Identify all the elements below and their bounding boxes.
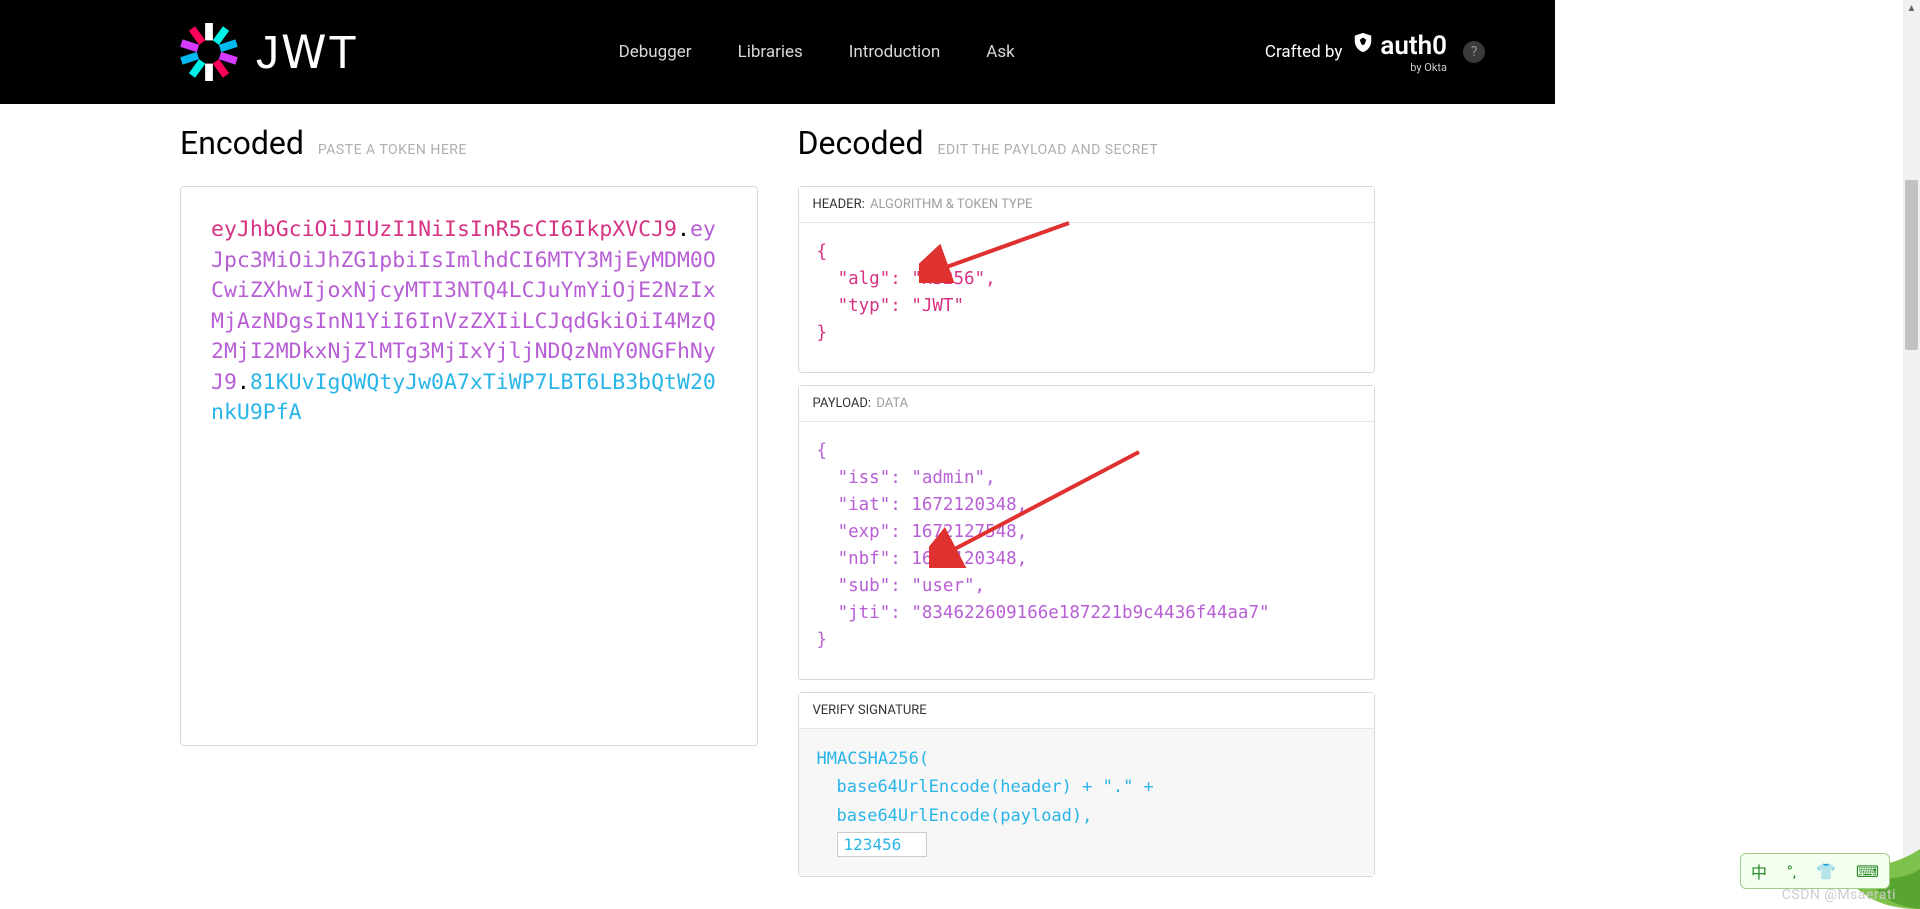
sig-line-1: base64UrlEncode(header) + "." +	[817, 773, 1357, 802]
ime-zh: 中	[1751, 859, 1767, 883]
signature-section-label: VERIFY SIGNATURE	[799, 693, 1375, 729]
nav-links: Debugger Libraries Introduction Ask	[619, 42, 1015, 62]
header-sublabel: ALGORITHM & TOKEN TYPE	[870, 197, 1032, 212]
nav-introduction[interactable]: Introduction	[849, 42, 941, 62]
decoded-payload-section: PAYLOAD: DATA { "iss": "admin", "iat": 1…	[798, 385, 1376, 680]
secret-input[interactable]	[837, 832, 927, 857]
by-okta: by Okta	[1410, 61, 1447, 74]
token-header-segment: eyJhbGciOiJIUzI1NiIsInR5cCI6IkpXVCJ9	[211, 217, 677, 242]
payload-json[interactable]: { "iss": "admin", "iat": 1672120348, "ex…	[799, 422, 1375, 679]
decoded-column: Decoded EDIT THE PAYLOAD AND SECRET HEAD…	[798, 124, 1376, 889]
scrollbar-thumb[interactable]	[1905, 180, 1918, 350]
signature-body: HMACSHA256( base64UrlEncode(header) + ".…	[799, 729, 1375, 877]
sig-fn-line: HMACSHA256(	[817, 745, 1357, 774]
ime-shirt-icon: 👕	[1816, 862, 1836, 881]
auth0-brand[interactable]: auth0 by Okta	[1352, 31, 1447, 74]
jwt-token-text[interactable]: eyJhbGciOiJIUzI1NiIsInR5cCI6IkpXVCJ9.eyJ…	[211, 215, 727, 429]
nav-ask[interactable]: Ask	[986, 42, 1014, 62]
encoded-title: Encoded	[180, 124, 304, 162]
nav-debugger[interactable]: Debugger	[619, 42, 692, 62]
header-section-label: HEADER: ALGORITHM & TOKEN TYPE	[799, 187, 1375, 223]
decoded-signature-section: VERIFY SIGNATURE HMACSHA256( base64UrlEn…	[798, 692, 1376, 878]
decoded-subtitle: EDIT THE PAYLOAD AND SECRET	[938, 142, 1159, 158]
main-content: Encoded PASTE A TOKEN HERE eyJhbGciOiJIU…	[0, 104, 1555, 889]
vertical-scrollbar[interactable]: ▲ ▼	[1903, 0, 1920, 909]
nav-libraries[interactable]: Libraries	[738, 42, 803, 62]
logo[interactable]: J𝖶T	[180, 21, 359, 83]
help-icon[interactable]: ?	[1463, 41, 1485, 63]
payload-sublabel: DATA	[876, 396, 908, 411]
auth0-text: auth0	[1380, 31, 1447, 61]
decoded-header-section: HEADER: ALGORITHM & TOKEN TYPE { "alg": …	[798, 186, 1376, 373]
payload-section-label: PAYLOAD: DATA	[799, 386, 1375, 422]
header-label: HEADER:	[813, 197, 865, 212]
scroll-up-arrow[interactable]: ▲	[1903, 0, 1920, 17]
ime-badge[interactable]: 中 °‚ 👕 ⌨	[1740, 853, 1890, 889]
ime-dot-icon: °‚	[1787, 862, 1796, 881]
header-json[interactable]: { "alg": "HS256", "typ": "JWT" }	[799, 223, 1375, 372]
payload-label: PAYLOAD:	[813, 396, 872, 411]
sig-line-2: base64UrlEncode(payload),	[817, 802, 1357, 831]
top-navbar: J𝖶T Debugger Libraries Introduction Ask …	[0, 0, 1555, 104]
crafted-by-label: Crafted by	[1265, 42, 1343, 62]
encoded-subtitle: PASTE A TOKEN HERE	[318, 142, 467, 158]
ime-kbd-icon: ⌨	[1856, 862, 1879, 881]
crafted-by: Crafted by auth0 by Okta ?	[1265, 31, 1485, 74]
jwt-logo-icon	[180, 21, 238, 83]
auth0-shield-icon	[1352, 31, 1374, 61]
jwt-logo-text: J𝖶T	[256, 25, 359, 79]
token-signature-segment: 81KUvIgQWQtyJw0A7xTiWP7LBT6LB3bQtW20nkU9…	[211, 370, 716, 426]
encoded-panel[interactable]: eyJhbGciOiJIUzI1NiIsInR5cCI6IkpXVCJ9.eyJ…	[180, 186, 758, 746]
token-payload-segment: eyJpc3MiOiJhZG1pbiIsImlhdCI6MTY3MjEyMDM0…	[211, 217, 716, 395]
encoded-column: Encoded PASTE A TOKEN HERE eyJhbGciOiJIU…	[180, 124, 758, 889]
signature-label: VERIFY SIGNATURE	[813, 703, 927, 718]
watermark: CSDN @Msaerati	[1782, 887, 1896, 903]
decoded-title: Decoded	[798, 124, 924, 162]
